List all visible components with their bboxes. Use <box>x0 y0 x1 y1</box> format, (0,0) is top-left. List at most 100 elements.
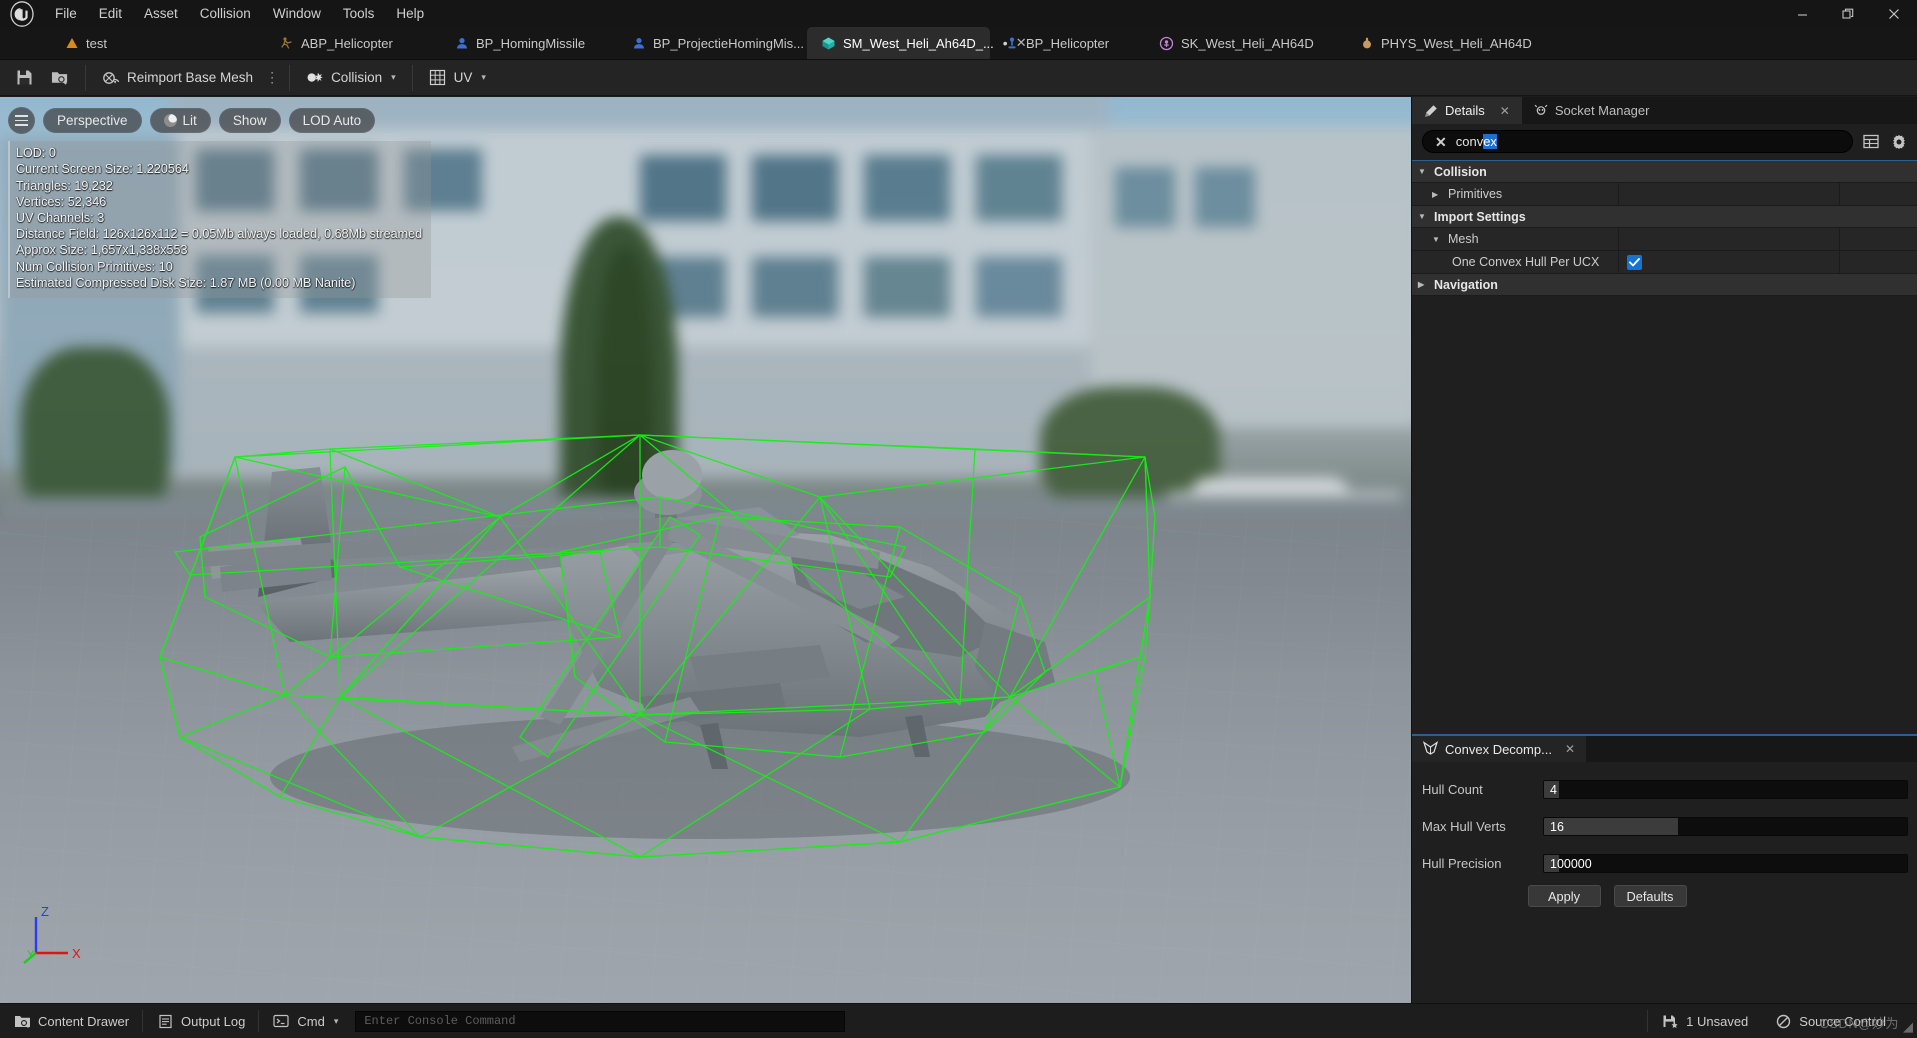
hamburger-icon <box>15 115 28 126</box>
tab-phys-west-heli-ah64d[interactable]: PHYS_West_Heli_AH64D <box>1345 27 1560 59</box>
view-type-button[interactable]: Perspective <box>43 108 142 133</box>
tab-label: PHYS_West_Heli_AH64D <box>1381 35 1532 51</box>
category-import-settings[interactable]: Import Settings <box>1412 206 1917 228</box>
menu-item-window[interactable]: Window <box>262 2 332 26</box>
menu-item-asset[interactable]: Asset <box>133 2 189 26</box>
menu-item-help[interactable]: Help <box>385 2 435 26</box>
field-row-hull-count: Hull Count 4 <box>1416 774 1908 805</box>
close-icon[interactable]: ✕ <box>1565 742 1575 756</box>
slider-fill <box>1544 818 1679 835</box>
tab-convex-decomposition[interactable]: Convex Decomp... ✕ <box>1412 736 1586 762</box>
property-value-cell[interactable] <box>1618 251 1839 273</box>
status-bar-right: 1 Unsaved Source Control <box>1647 1004 1917 1038</box>
view-type-label: Perspective <box>57 113 128 128</box>
tab-bp-homingmissile[interactable]: BP_HomingMissile <box>440 27 617 59</box>
source-control-button[interactable]: Source Control <box>1761 1004 1899 1038</box>
chevron-down-icon: ▾ <box>333 1015 339 1026</box>
column-layout-icon[interactable] <box>1861 132 1881 152</box>
hull-count-slider[interactable]: 4 <box>1543 780 1908 799</box>
source-control-off-icon <box>1774 1012 1792 1030</box>
tab-bp-projectiehomingmis[interactable]: BP_ProjectieHomingMis... <box>617 27 807 59</box>
chevron-down-icon[interactable] <box>1418 212 1428 221</box>
show-label: Show <box>232 113 267 128</box>
blueprint-icon <box>631 36 646 51</box>
collision-menu-button[interactable]: Collision ▾ <box>297 63 405 93</box>
folder-search-icon <box>51 69 69 87</box>
level-icon <box>64 36 79 51</box>
unsaved-assets-button[interactable]: 1 Unsaved <box>1648 1004 1761 1038</box>
mesh-viewport[interactable]: Perspective Lit Show LOD Auto LOD: 0 Cur… <box>0 97 1411 1003</box>
asset-toolbar: Reimport Base Mesh ⋮ Collision ▾ UV ▾ <box>0 60 1917 96</box>
stat-approx-size: Approx Size: 1,657x1,338x553 <box>16 243 188 258</box>
defaults-button[interactable]: Defaults <box>1613 885 1687 907</box>
reimport-base-mesh-button[interactable]: Reimport Base Mesh <box>93 63 262 93</box>
output-log-label: Output Log <box>181 1013 246 1029</box>
clear-search-icon[interactable]: ✕ <box>1435 135 1447 149</box>
view-mode-button[interactable]: Lit <box>149 108 211 133</box>
content-drawer-icon <box>13 1012 31 1030</box>
viewport-menu-button[interactable] <box>8 107 35 134</box>
chevron-down-icon[interactable] <box>1432 235 1442 244</box>
console-command-input[interactable]: Enter Console Command <box>355 1010 846 1032</box>
property-value-cell[interactable] <box>1618 228 1839 250</box>
property-reset-cell <box>1839 251 1917 273</box>
property-value-cell[interactable] <box>1618 183 1839 205</box>
close-icon[interactable] <box>1871 0 1917 28</box>
tab-bp-helicopter[interactable]: BP_Helicopter <box>990 27 1145 59</box>
search-value-selected: ex <box>1483 134 1497 149</box>
menu-item-file[interactable]: File <box>44 2 88 26</box>
tab-sk-west-heli-ah64d[interactable]: SK_West_Heli_AH64D <box>1145 27 1345 59</box>
lod-button[interactable]: LOD Auto <box>288 108 376 133</box>
chevron-down-icon[interactable] <box>1418 167 1428 176</box>
category-label: Collision <box>1434 164 1487 179</box>
field-row-max-hull-verts: Max Hull Verts 16 <box>1416 811 1908 842</box>
tab-label: test <box>86 35 107 51</box>
save-button[interactable] <box>6 63 42 93</box>
show-flags-button[interactable]: Show <box>218 108 281 133</box>
menu-bar: File Edit Asset Collision Window Tools H… <box>0 0 1917 28</box>
content-drawer-button[interactable]: Content Drawer <box>0 1004 142 1038</box>
menu-item-collision[interactable]: Collision <box>189 2 262 26</box>
uv-menu-button[interactable]: UV ▾ <box>420 63 495 93</box>
chevron-down-icon: ▾ <box>481 72 486 82</box>
chevron-right-icon[interactable] <box>1418 280 1428 289</box>
close-icon[interactable]: ✕ <box>1500 104 1510 118</box>
svg-text:X: X <box>72 946 81 961</box>
chevron-right-icon[interactable] <box>1432 190 1442 199</box>
tab-socket-manager[interactable]: Socket Manager <box>1522 97 1662 124</box>
browse-to-asset-button[interactable] <box>42 63 78 93</box>
search-input[interactable]: ✕ convex <box>1422 130 1853 153</box>
category-navigation[interactable]: Navigation <box>1412 274 1917 296</box>
max-hull-verts-slider[interactable]: 16 <box>1543 817 1908 836</box>
restore-icon[interactable] <box>1825 0 1871 28</box>
hull-precision-label: Hull Precision <box>1422 856 1502 871</box>
tab-test[interactable]: test <box>50 27 265 59</box>
viewport-overlay-toolbar: Perspective Lit Show LOD Auto <box>8 107 376 134</box>
one-convex-hull-per-ucx-checkbox[interactable] <box>1627 254 1642 270</box>
hull-precision-slider[interactable]: 100000 <box>1543 854 1908 873</box>
tab-label: Convex Decomp... <box>1445 741 1552 757</box>
property-name-cell: One Convex Hull Per UCX <box>1412 251 1618 273</box>
property-row-primitives[interactable]: Primitives <box>1412 183 1917 206</box>
stat-uv-channels: UV Channels: 3 <box>16 211 105 226</box>
tab-abp-helicopter[interactable]: ABP_Helicopter <box>265 27 440 59</box>
apply-button[interactable]: Apply <box>1527 885 1601 907</box>
reimport-options-kebab[interactable]: ⋮ <box>262 69 282 86</box>
cmd-dropdown-button[interactable]: Cmd ▾ <box>259 1004 351 1038</box>
output-log-button[interactable]: Output Log <box>143 1004 258 1038</box>
menu-item-tools[interactable]: Tools <box>332 2 386 26</box>
category-collision[interactable]: Collision <box>1412 161 1917 183</box>
tab-details[interactable]: Details ✕ <box>1412 97 1522 124</box>
uv-label: UV <box>453 70 473 85</box>
property-row-mesh[interactable]: Mesh <box>1412 228 1917 251</box>
console-prompt-icon <box>272 1012 290 1030</box>
settings-gear-icon[interactable] <box>1889 132 1909 152</box>
stat-estimated-disk-size: Estimated Compressed Disk Size: 1.87 MB … <box>16 275 356 290</box>
minimize-icon[interactable] <box>1779 0 1825 28</box>
tab-label: SK_West_Heli_AH64D <box>1181 35 1314 51</box>
tab-sm-west-heli-ah64d[interactable]: SM_West_Heli_Ah64D_... • ✕ <box>807 27 1027 59</box>
resize-grip[interactable]: ◢ <box>1903 1019 1913 1035</box>
unreal-logo-icon[interactable] <box>0 0 44 28</box>
menu-item-edit[interactable]: Edit <box>88 2 133 26</box>
property-row-one-convex-hull-per-ucx[interactable]: One Convex Hull Per UCX <box>1412 251 1917 274</box>
